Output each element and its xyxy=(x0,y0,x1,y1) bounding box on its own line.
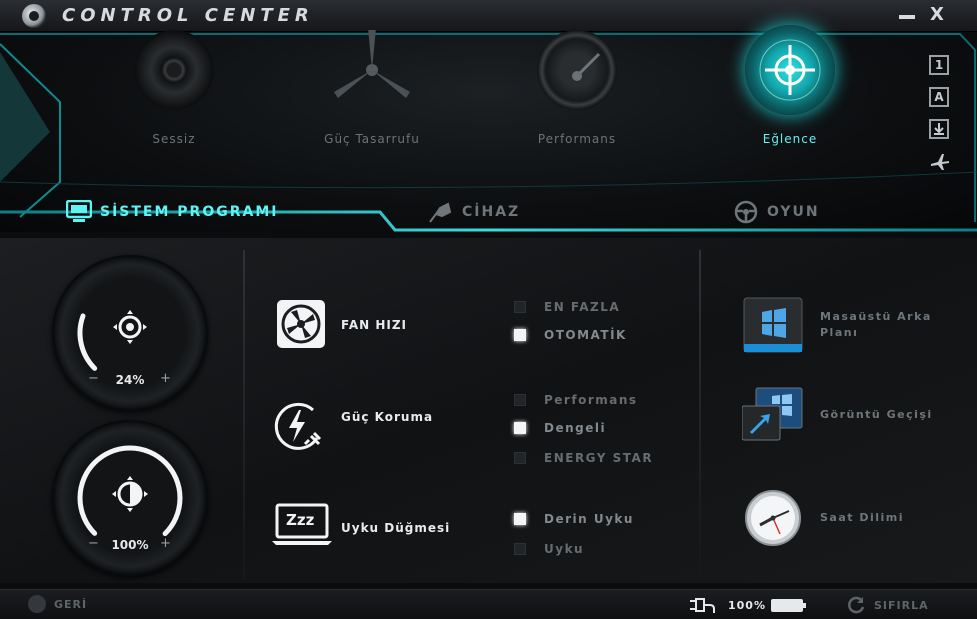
mode-guc-tasarrufu[interactable]: Güç Tasarrufu xyxy=(292,28,452,146)
option-label: Uyku xyxy=(544,542,585,556)
power-saving-title: Güç Koruma xyxy=(341,410,434,424)
letter-a-icon[interactable]: A xyxy=(929,87,949,107)
crosshair-radar-icon xyxy=(745,25,835,115)
checkbox[interactable] xyxy=(514,543,526,555)
option-label: Derin Uyku xyxy=(544,512,634,526)
option-label: EN FAZLA xyxy=(544,300,621,314)
reset-icon xyxy=(848,596,865,614)
clock-icon xyxy=(742,489,804,547)
back-button[interactable]: GERİ xyxy=(28,595,87,613)
option-label: OTOMATİK xyxy=(544,328,627,342)
fan-option-max[interactable]: EN FAZLA xyxy=(514,300,620,314)
mode-label: Eğlence xyxy=(762,132,818,146)
speedometer-icon xyxy=(537,30,617,110)
mode-sessiz[interactable]: Sessiz xyxy=(94,30,254,146)
mode-label: Performans xyxy=(537,132,617,146)
contrast-icon xyxy=(112,476,148,512)
back-icon xyxy=(28,595,46,613)
ac-power-icon xyxy=(690,597,716,617)
contrast-value: 100% xyxy=(111,538,149,552)
app-title: CONTROL CENTER xyxy=(62,5,314,26)
brightness-icon xyxy=(113,310,147,344)
tab-label: OYUN xyxy=(767,204,820,220)
battery-level-fill xyxy=(773,601,801,610)
app-logo-icon xyxy=(22,4,46,28)
brightness-dial[interactable]: − 24% + xyxy=(52,255,208,411)
option-label: ENERGY STAR xyxy=(544,451,654,465)
tab-label: CİHAZ xyxy=(462,204,521,220)
option-label: Performans xyxy=(544,393,638,407)
airplane-icon[interactable] xyxy=(929,151,951,173)
brightness-value: 24% xyxy=(115,373,145,387)
fan-speed-title: FAN HIZI xyxy=(341,318,408,332)
right-item-label: Saat Dilimi xyxy=(820,511,905,524)
checkbox[interactable] xyxy=(514,513,526,525)
bottom-bar: GERİ 100% SIFIRLA xyxy=(0,589,977,619)
monitor-icon xyxy=(66,200,92,222)
display-switch-button[interactable]: Görüntü Geçişi xyxy=(741,386,960,444)
power-option-performance[interactable]: Performans xyxy=(514,393,638,407)
contrast-increase-button[interactable]: + xyxy=(160,536,171,551)
speaker-icon xyxy=(134,30,214,110)
side-icon-column: 1 A xyxy=(929,55,949,173)
minimize-icon xyxy=(899,15,915,19)
checkbox[interactable] xyxy=(514,452,526,464)
windows-wallpaper-icon xyxy=(742,296,804,354)
brightness-increase-button[interactable]: + xyxy=(160,371,171,386)
divider xyxy=(699,250,701,580)
tab-oyun[interactable]: OYUN xyxy=(733,200,820,224)
download-icon[interactable] xyxy=(929,119,949,139)
divider xyxy=(243,250,245,580)
option-label: Dengeli xyxy=(544,421,607,435)
tab-label: SİSTEM PROGRAMI xyxy=(100,204,279,220)
steering-wheel-icon xyxy=(734,200,758,224)
checkbox[interactable] xyxy=(514,329,526,341)
power-option-energy-star[interactable]: ENERGY STAR xyxy=(514,451,653,465)
checkbox[interactable] xyxy=(514,422,526,434)
sleep-laptop-icon: Zzz xyxy=(272,503,332,547)
display-1-icon[interactable]: 1 xyxy=(929,55,949,75)
time-zone-button[interactable]: Saat Dilimi xyxy=(742,489,960,547)
sleep-button-title: Uyku Düğmesi xyxy=(341,521,451,535)
desktop-background-button[interactable]: Masaüstü Arka Planı xyxy=(742,296,960,354)
right-item-label: Görüntü Geçişi xyxy=(820,408,933,421)
sleep-icon-text: Zzz xyxy=(286,511,315,529)
tab-bar: SİSTEM PROGRAMI CİHAZ OYUN xyxy=(0,190,977,234)
contrast-dial[interactable]: − 100% + xyxy=(52,420,208,576)
checkbox[interactable] xyxy=(514,301,526,313)
minimize-button[interactable] xyxy=(895,3,919,27)
battery-value: 100% xyxy=(728,599,766,612)
display-switch-icon xyxy=(741,386,804,444)
sleep-option-sleep[interactable]: Uyku xyxy=(514,542,584,556)
sleep-option-deep[interactable]: Derin Uyku xyxy=(514,512,634,526)
power-plug-icon xyxy=(273,400,325,452)
mode-performans[interactable]: Performans xyxy=(497,30,657,146)
tab-cihaz[interactable]: CİHAZ xyxy=(426,200,520,224)
mode-label: Güç Tasarrufu xyxy=(324,132,420,146)
power-option-balanced[interactable]: Dengeli xyxy=(514,421,606,435)
tab-sistem-programi[interactable]: SİSTEM PROGRAMI xyxy=(66,200,278,224)
reset-button[interactable]: SIFIRLA xyxy=(846,595,929,615)
battery-icon xyxy=(771,599,806,612)
back-label: GERİ xyxy=(54,597,88,611)
fan-blades-icon xyxy=(332,28,412,110)
right-item-label: Masaüstü Arka Planı xyxy=(820,310,932,339)
reset-label: SIFIRLA xyxy=(874,598,929,612)
checkbox[interactable] xyxy=(514,394,526,406)
close-button[interactable]: X xyxy=(925,3,949,27)
mode-label: Sessiz xyxy=(152,132,196,146)
usb-plug-icon xyxy=(429,202,452,223)
fan-icon xyxy=(277,300,325,348)
mode-eglence[interactable]: Eğlence xyxy=(710,25,870,146)
fan-option-auto[interactable]: OTOMATİK xyxy=(514,328,627,342)
